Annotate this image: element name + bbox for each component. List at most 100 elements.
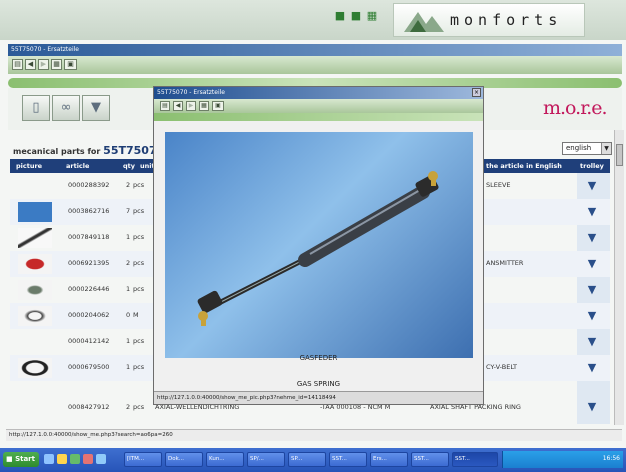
col-qty: qty [123, 162, 135, 170]
browser-status-bar: http://127.1.0.0:40000/show_me.php3?sear… [6, 429, 622, 441]
parts-title-prefix: mecanical parts for [13, 147, 101, 156]
forward-icon[interactable]: ▶ [38, 59, 49, 70]
taskbar-item[interactable]: SP... [288, 452, 326, 467]
add-to-trolley-icon[interactable]: ▼ [582, 335, 602, 349]
page-icon[interactable]: ▤ [12, 59, 23, 70]
print-icon[interactable]: ▦ [199, 101, 209, 111]
taskbar-item[interactable]: SST... [411, 452, 449, 467]
page-icon[interactable]: ▤ [160, 101, 170, 111]
english-name: ANSMITTER [486, 259, 524, 267]
article-number: 0003862716 [68, 207, 110, 215]
taskbar-item[interactable]: SST... [329, 452, 367, 467]
part-thumbnail[interactable] [18, 228, 52, 248]
system-tray: 16:56 [502, 451, 623, 468]
window-title: 55T75070 - Ersatzteile [8, 44, 622, 56]
brand-name: monforts [450, 11, 563, 29]
taskbar-item[interactable]: [ITM... [124, 452, 162, 467]
qty: 1 [126, 233, 131, 241]
add-to-trolley-icon[interactable]: ▼ [582, 361, 602, 375]
start-label: Start [15, 455, 35, 463]
unit: pcs [133, 233, 145, 241]
part-thumbnail[interactable] [18, 306, 52, 326]
desktop-icon[interactable] [44, 454, 54, 464]
english-name: CY-V-BELT [486, 363, 518, 371]
caption-german: GASFEDER [299, 354, 338, 362]
unit: pcs [133, 181, 145, 189]
start-button[interactable]: ■ Start [3, 452, 39, 467]
rail-icon[interactable]: ▯ [22, 95, 50, 121]
taskbar-item-active[interactable]: SST... [452, 452, 498, 467]
monitor-icon[interactable]: ▣ [64, 59, 77, 70]
taskbar-item[interactable]: Dok... [165, 452, 203, 467]
article-number: 0000204062 [68, 311, 110, 319]
unit: M [133, 311, 139, 319]
col-english: the article in English [486, 162, 562, 170]
qty: 2 [126, 259, 131, 267]
article-number: 0000412142 [68, 337, 110, 345]
print-icon[interactable]: ▦ [51, 59, 62, 70]
add-to-trolley-icon[interactable]: ▼ [582, 257, 602, 271]
windows-taskbar: ■ Start [ITM... Dok... Kun... SP/... SP.… [0, 448, 626, 472]
clock[interactable]: 16:56 [603, 455, 620, 462]
language-select[interactable]: english ▼ [562, 142, 612, 155]
taskbar-item[interactable]: Ers... [370, 452, 408, 467]
unit: pcs [133, 337, 145, 345]
close-icon[interactable]: × [472, 88, 481, 97]
add-to-trolley-icon[interactable]: ▼ [582, 283, 602, 297]
top-header: ■ ■ ▦ monforts [0, 0, 626, 40]
monitor-icon[interactable]: ▣ [212, 101, 224, 111]
browser-icon[interactable] [96, 454, 106, 464]
part-thumbnail[interactable] [18, 202, 52, 222]
unit: pcs [133, 403, 145, 411]
network-icon[interactable]: ▦ [365, 9, 379, 23]
folder-icon[interactable] [57, 454, 67, 464]
windows-logo-icon: ■ [6, 455, 13, 463]
article-number: 0000226446 [68, 285, 110, 293]
taskbar-item[interactable]: SP/... [247, 452, 285, 467]
user-icon[interactable]: ■ [333, 9, 347, 23]
glasses-icon[interactable]: ∞ [52, 95, 80, 121]
back-icon[interactable]: ◀ [25, 59, 36, 70]
unit: pcs [133, 285, 145, 293]
forward-icon[interactable]: ▶ [186, 101, 196, 111]
popup-status-url: http://127.1.0.0:40000/show_me_pic.php3?… [154, 391, 483, 404]
part-thumbnail[interactable] [18, 280, 52, 300]
col-trolley: trolley [580, 162, 604, 170]
brand-box: monforts [393, 3, 585, 37]
more-logo: m.o.r.e. [543, 97, 608, 119]
media-icon[interactable] [83, 454, 93, 464]
qty: 1 [126, 363, 131, 371]
taskbar-item[interactable]: Kun... [206, 452, 244, 467]
qty: 2 [126, 181, 131, 189]
add-to-trolley-icon[interactable]: ▼ [582, 205, 602, 219]
article-number: 0006921395 [68, 259, 110, 267]
unit: pcs [133, 259, 145, 267]
qty: 1 [126, 337, 131, 345]
app-icon[interactable] [70, 454, 80, 464]
unit: pcs [133, 207, 145, 215]
popup-green-bar [154, 113, 483, 121]
scrollbar-thumb[interactable] [616, 144, 623, 166]
part-thumbnail[interactable] [18, 254, 52, 274]
part-thumbnail[interactable] [18, 358, 52, 378]
part-photo [165, 132, 473, 358]
app-root: ■ ■ ▦ monforts 55T75070 - Ersatzteile ▤ … [0, 0, 626, 472]
article-number: 0000288392 [68, 181, 110, 189]
cart-icon[interactable]: ▼ [82, 95, 110, 121]
add-to-trolley-icon[interactable]: ▼ [582, 400, 602, 414]
article-number: 0007849118 [68, 233, 110, 241]
back-icon[interactable]: ◀ [173, 101, 183, 111]
image-popup-window: 55T75070 - Ersatzteile × ▤ ◀ ▶ ▦ ▣ GASFE… [153, 86, 484, 405]
add-to-trolley-icon[interactable]: ▼ [582, 179, 602, 193]
language-value: english [566, 144, 592, 152]
qty: 2 [126, 403, 131, 411]
qty: 1 [126, 285, 131, 293]
gas-spring-illustration [197, 171, 439, 326]
add-to-trolley-icon[interactable]: ▼ [582, 309, 602, 323]
group-icon[interactable]: ■ [349, 9, 363, 23]
qty: 7 [126, 207, 131, 215]
page-scrollbar[interactable] [614, 130, 624, 425]
popup-toolbar: ▤ ◀ ▶ ▦ ▣ [154, 99, 483, 113]
monforts-logo-icon [404, 12, 444, 32]
add-to-trolley-icon[interactable]: ▼ [582, 231, 602, 245]
